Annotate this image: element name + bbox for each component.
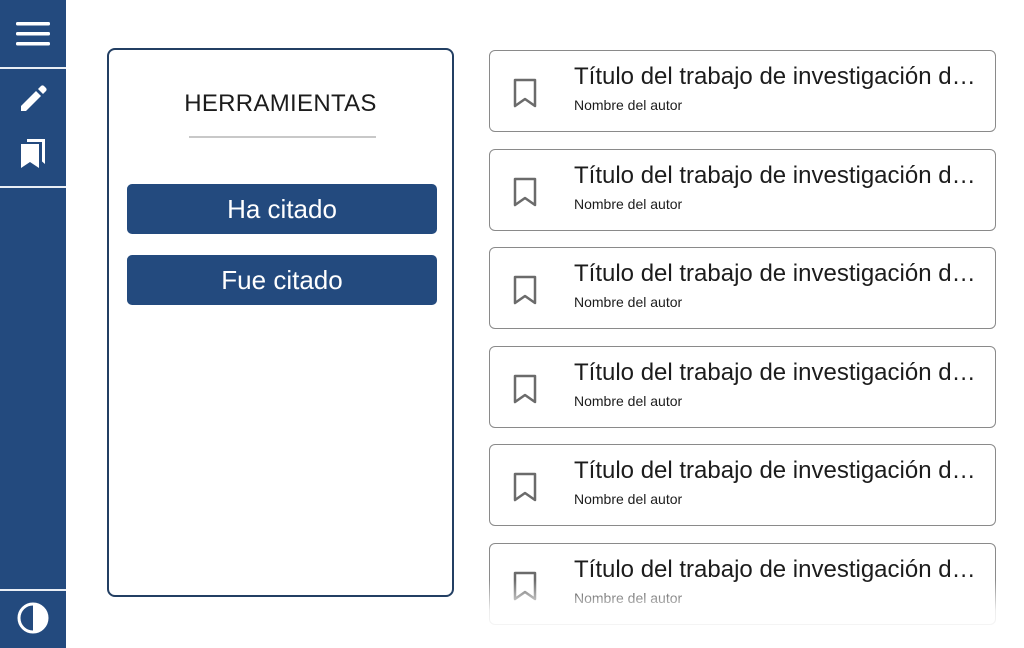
bookmark-icon[interactable] xyxy=(512,472,538,502)
sidebar-divider xyxy=(0,67,66,69)
bookmark-icon[interactable] xyxy=(512,571,538,601)
result-title[interactable]: Título del trabajo de investigación de e… xyxy=(574,556,976,584)
bookmark-icon[interactable] xyxy=(512,177,538,207)
tools-title: HERRAMIENTAS xyxy=(184,90,377,117)
result-author: Nombre del autor xyxy=(574,294,683,310)
sidebar-divider xyxy=(0,186,66,188)
contrast-button[interactable] xyxy=(0,592,66,644)
result-card[interactable]: Título del trabajo de investigación de e… xyxy=(489,247,996,329)
result-author: Nombre del autor xyxy=(574,196,683,212)
contrast-icon xyxy=(17,602,49,634)
result-card[interactable]: Título del trabajo de investigación de e… xyxy=(489,543,996,625)
result-title[interactable]: Título del trabajo de investigación de e… xyxy=(574,63,976,91)
bookmark-icon[interactable] xyxy=(512,275,538,305)
edit-button[interactable] xyxy=(0,76,66,122)
result-author: Nombre del autor xyxy=(574,393,683,409)
result-title[interactable]: Título del trabajo de investigación de e… xyxy=(574,457,976,485)
tools-title-divider xyxy=(189,136,376,138)
result-card[interactable]: Título del trabajo de investigación de e… xyxy=(489,346,996,428)
result-title[interactable]: Título del trabajo de investigación de e… xyxy=(574,359,976,387)
has-cited-button[interactable]: Ha citado xyxy=(127,184,437,234)
sidebar-divider xyxy=(0,589,66,591)
result-card[interactable]: Título del trabajo de investigación de e… xyxy=(489,149,996,231)
result-author: Nombre del autor xyxy=(574,491,683,507)
bookmark-icon[interactable] xyxy=(512,78,538,108)
result-author: Nombre del autor xyxy=(574,97,683,113)
result-author: Nombre del autor xyxy=(574,590,683,606)
result-title[interactable]: Título del trabajo de investigación de e… xyxy=(574,162,976,190)
sidebar xyxy=(0,0,66,648)
bookmarks-button[interactable] xyxy=(0,128,66,178)
hamburger-menu-icon xyxy=(16,21,50,45)
result-card[interactable]: Título del trabajo de investigación de e… xyxy=(489,50,996,132)
was-cited-button[interactable]: Fue citado xyxy=(127,255,437,305)
menu-button[interactable] xyxy=(0,0,66,67)
pencil-icon xyxy=(21,85,47,111)
result-card[interactable]: Título del trabajo de investigación de e… xyxy=(489,444,996,526)
bookmark-icon[interactable] xyxy=(512,374,538,404)
result-title[interactable]: Título del trabajo de investigación de e… xyxy=(574,260,976,288)
bookmarks-icon xyxy=(21,139,45,168)
tools-panel: HERRAMIENTAS Ha citado Fue citado xyxy=(107,48,454,597)
